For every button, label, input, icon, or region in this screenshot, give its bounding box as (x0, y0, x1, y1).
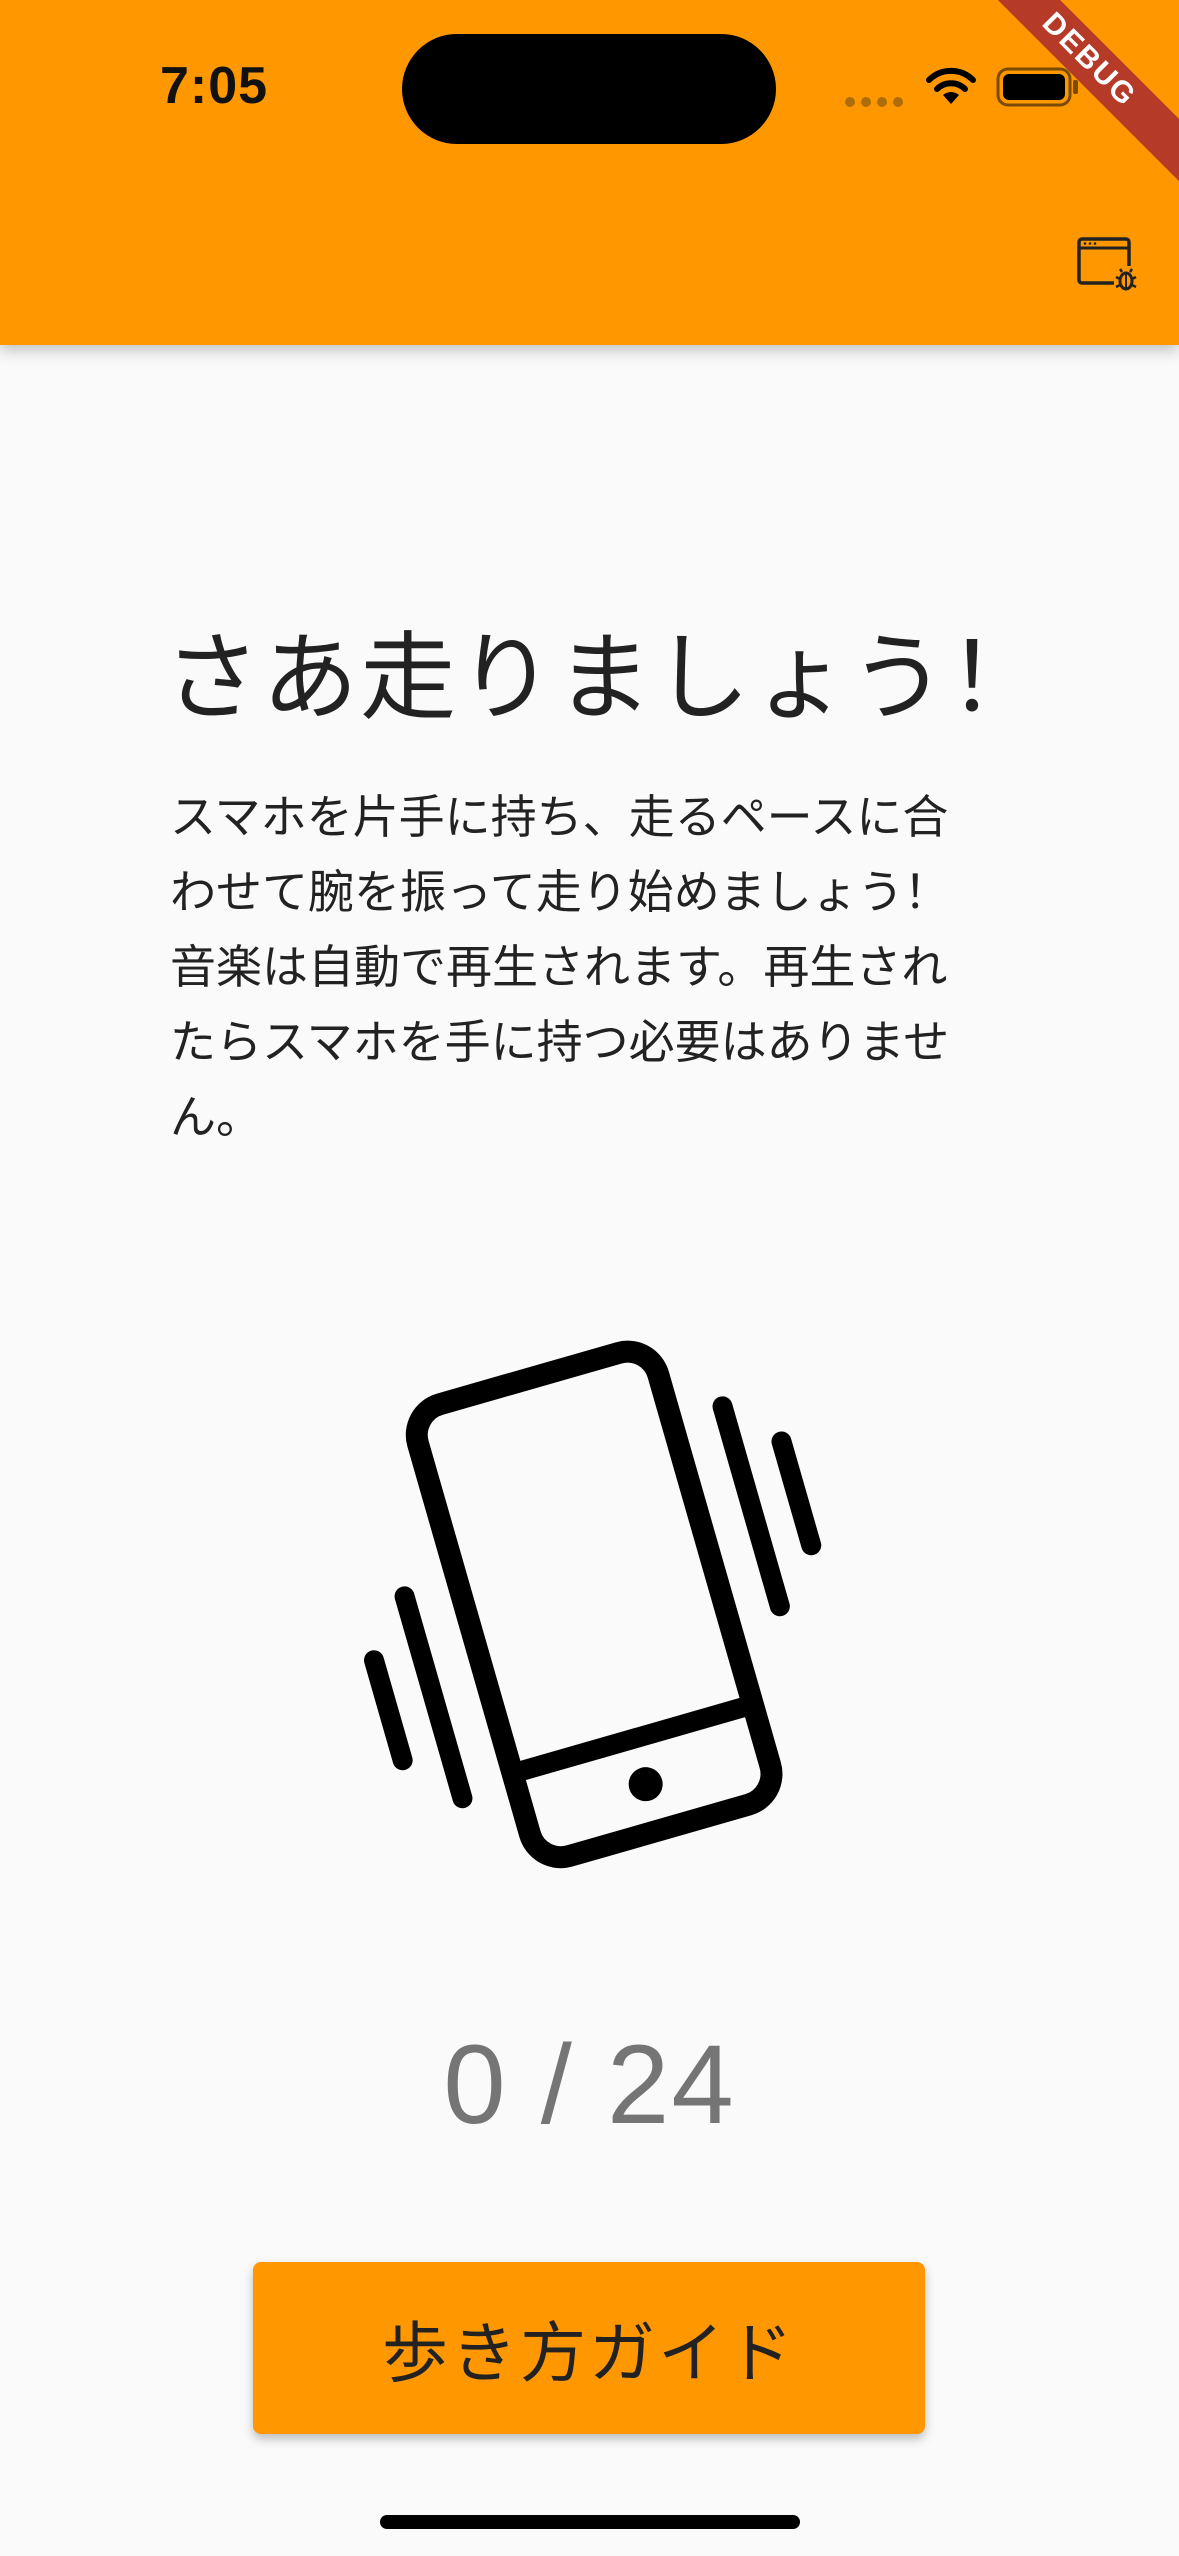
walking-guide-button[interactable]: 歩き方ガイド (253, 2262, 925, 2434)
battery-icon (996, 67, 1078, 107)
dynamic-island (402, 34, 776, 144)
phone-shake-icon (363, 1340, 822, 1869)
cellular-signal-icon (845, 97, 903, 107)
instruction-text: スマホを片手に持ち、走るペースに合わせて腕を振って走り始めましょう！音楽は自動で… (170, 790, 950, 1144)
browser-bug-icon[interactable] (1076, 236, 1140, 294)
screen: 7:05 DEBUG さあ走りましょう！ スマホを片手に持ち、走るペースに合わせ… (0, 0, 1179, 2556)
app-bar: 7:05 DEBUG (0, 0, 1179, 345)
status-time: 7:05 (160, 57, 269, 115)
progress-counter: 0 / 24 (443, 2022, 736, 2147)
wifi-icon (926, 67, 976, 104)
page-title: さあ走りましょう！ (164, 622, 1046, 734)
home-indicator[interactable] (380, 2515, 800, 2529)
